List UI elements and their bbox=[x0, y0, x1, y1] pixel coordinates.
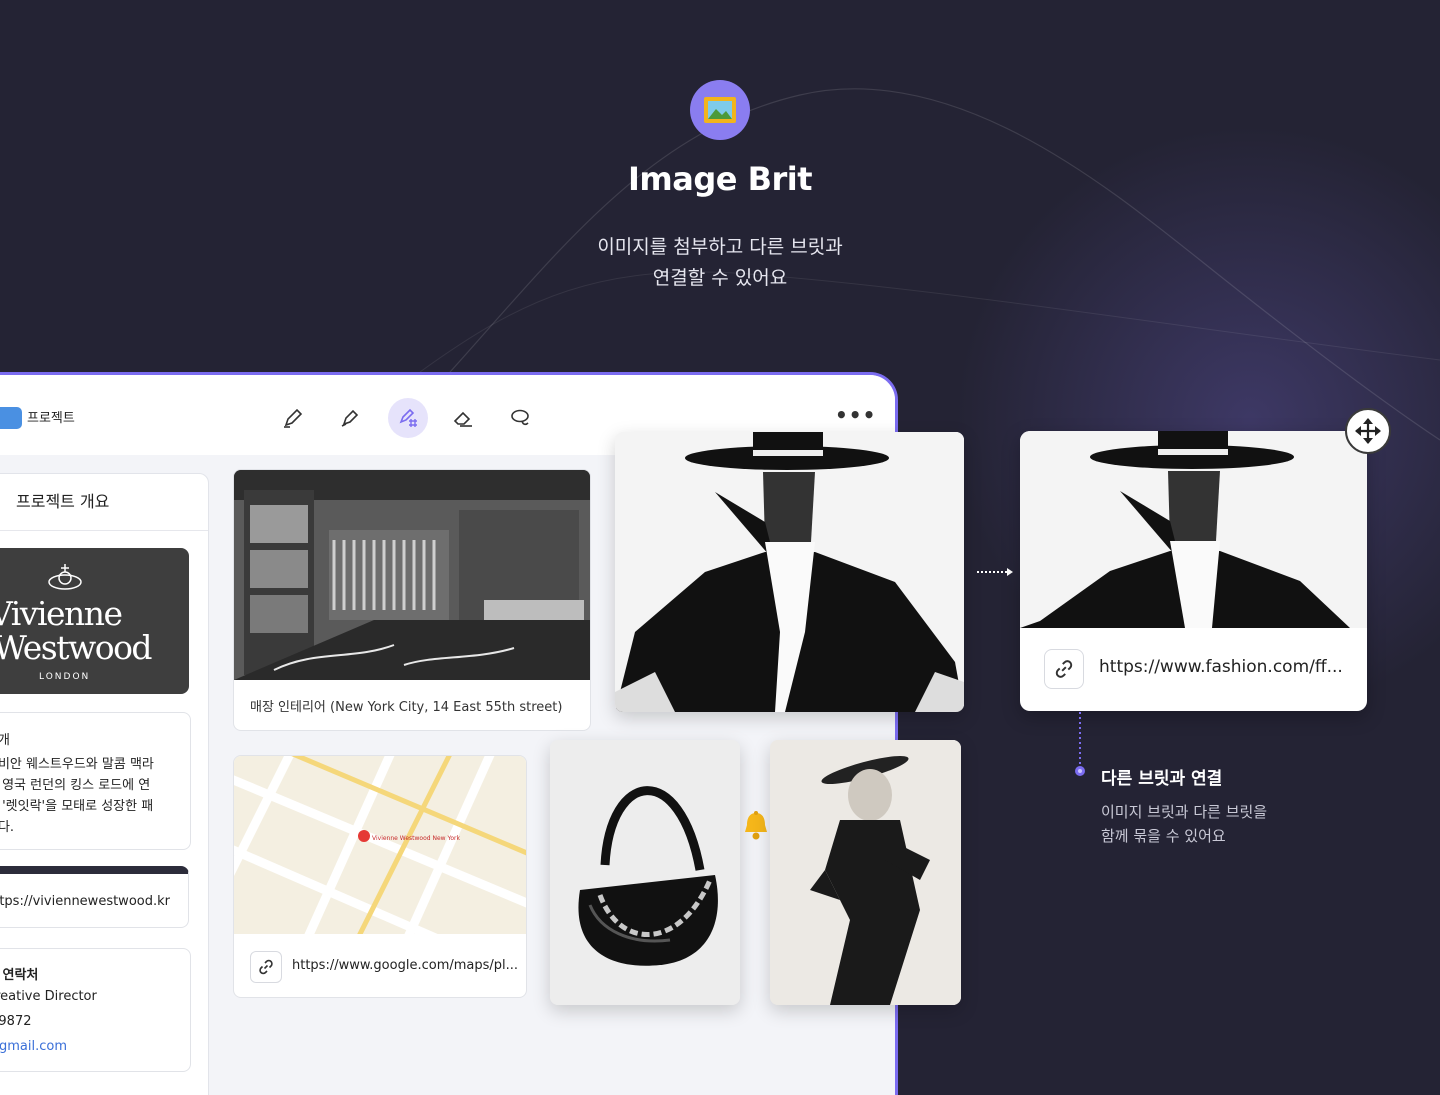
sidebar-divider bbox=[0, 530, 208, 531]
map-link-url[interactable]: https://www.google.com/maps/pl... bbox=[292, 958, 518, 973]
connect-desc-line1: 이미지 브릿과 다른 브릿을 bbox=[1101, 803, 1268, 821]
marker-icon[interactable] bbox=[330, 398, 370, 438]
connect-description: 이미지 브릿과 다른 브릿을 함께 묶을 수 있어요 bbox=[1101, 800, 1267, 848]
sidebar-title: 프로젝트 개요 bbox=[16, 492, 110, 511]
vintage-fashion-photo[interactable] bbox=[770, 740, 961, 1005]
website-url[interactable]: https://viviennewestwood.kr bbox=[0, 894, 170, 909]
contact-email[interactable]: @gmail.com bbox=[0, 1039, 67, 1054]
vintage-portrait-image bbox=[770, 740, 961, 1005]
move-arrows-icon bbox=[1355, 418, 1381, 444]
contact-heading: 트 연락처 bbox=[0, 968, 39, 983]
intro-line: 앙 '렛잇락'을 모태로 성장한 패 bbox=[0, 799, 154, 814]
project-logo-icon[interactable] bbox=[0, 407, 22, 429]
connector-arrow-icon bbox=[977, 568, 1013, 576]
brand-logo-card[interactable]: Vivienne Westwood LONDON bbox=[0, 548, 189, 694]
map-thumbnail: Vivienne Westwood New York bbox=[234, 756, 526, 951]
website-box[interactable]: https://viviennewestwood.kr bbox=[0, 866, 189, 928]
map-card[interactable]: Vivienne Westwood New York https://www.g… bbox=[233, 755, 527, 998]
eraser-icon[interactable] bbox=[443, 398, 483, 438]
text-pen-icon[interactable] bbox=[388, 398, 428, 438]
move-handle-button[interactable] bbox=[1345, 408, 1391, 454]
hero-subtitle-line2: 연결할 수 있어요 bbox=[652, 267, 788, 289]
intro-box[interactable]: 소개 비비안 웨스트우드와 말콤 맥라 년 영국 런던의 킹스 로드에 연 앙 … bbox=[0, 712, 191, 850]
hero-subtitle-line1: 이미지를 첨부하고 다른 브릿과 bbox=[597, 236, 843, 258]
handbag-photo[interactable] bbox=[550, 740, 740, 1005]
image-brit-icon bbox=[690, 80, 750, 140]
bell-icon[interactable] bbox=[741, 810, 771, 846]
brand-name-line2: Westwood bbox=[0, 628, 153, 667]
handbag-image bbox=[550, 740, 740, 1005]
fashion-photo[interactable] bbox=[615, 432, 964, 712]
orb-logo-icon bbox=[48, 564, 82, 590]
contact-role: Creative Director bbox=[0, 989, 97, 1004]
map-pin-icon bbox=[358, 830, 370, 842]
connect-desc-line2: 함께 묶을 수 있어요 bbox=[1101, 827, 1226, 845]
intro-line: 년 영국 런던의 킹스 로드에 연 bbox=[0, 778, 151, 793]
fashion-portrait-image bbox=[615, 432, 964, 712]
linked-fashion-image bbox=[1020, 431, 1367, 628]
intro-heading: 소개 bbox=[0, 729, 10, 748]
connect-title: 다른 브릿과 연결 bbox=[1101, 769, 1223, 789]
pen-icon[interactable] bbox=[273, 398, 313, 438]
contact-box[interactable]: 트 연락처 Creative Director 4 9872 @gmail.co… bbox=[0, 948, 191, 1072]
intro-line: 니다. bbox=[0, 820, 15, 835]
link-icon[interactable] bbox=[250, 951, 282, 983]
linked-image-brit-card[interactable]: https://www.fashion.com/ff... bbox=[1020, 431, 1367, 711]
fashion-link-url[interactable]: https://www.fashion.com/ff... bbox=[1099, 657, 1343, 677]
hero-title: Image Brit bbox=[627, 160, 813, 198]
store-interior-photo bbox=[234, 470, 590, 680]
lasso-icon[interactable] bbox=[500, 398, 540, 438]
intro-line: 비비안 웨스트우드와 말콤 맥라 bbox=[0, 757, 154, 772]
contact-phone: 4 9872 bbox=[0, 1014, 32, 1029]
brand-city: LONDON bbox=[39, 672, 91, 682]
store-caption: 매장 인테리어 (New York City, 14 East 55th str… bbox=[250, 700, 563, 715]
project-label[interactable]: 프로젝트 bbox=[27, 407, 75, 426]
connection-line bbox=[1075, 712, 1085, 776]
map-pin-label: Vivienne Westwood New York bbox=[372, 835, 460, 842]
store-interior-card[interactable]: 매장 인테리어 (New York City, 14 East 55th str… bbox=[233, 469, 591, 731]
link-icon[interactable] bbox=[1044, 649, 1084, 689]
more-options-button[interactable]: ••• bbox=[835, 403, 876, 427]
project-overview-sidebar: 프로젝트 개요 Vivienne Westwood LONDON 소개 비비안 … bbox=[0, 473, 209, 1095]
hero-subtitle: 이미지를 첨부하고 다른 브릿과 연결할 수 있어요 bbox=[520, 232, 920, 294]
